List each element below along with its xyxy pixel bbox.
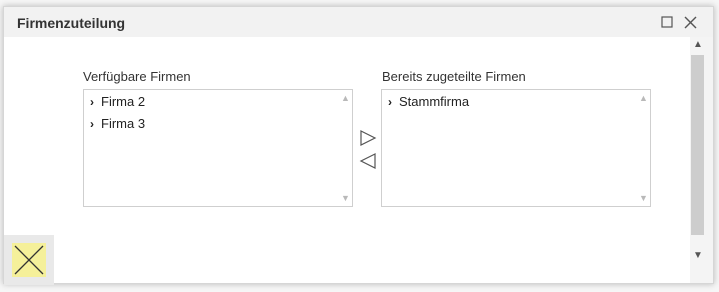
chevron-right-icon: › — [90, 117, 94, 131]
dialog-scrollbar[interactable]: ▲ ▼ — [690, 37, 713, 283]
scrollbar-thumb[interactable] — [691, 55, 704, 235]
firmenzuteilung-dialog: Firmenzuteilung Verfügbare Firmen › Firma… — [3, 6, 714, 285]
dialog-content: Verfügbare Firmen › Firma 2 › Firma 3 ▲ ▼ — [4, 37, 690, 283]
available-label: Verfügbare Firmen — [83, 69, 191, 84]
cancel-tile — [4, 235, 54, 285]
list-item[interactable]: › Firma 3 — [90, 114, 334, 136]
dialog-title: Firmenzuteilung — [17, 15, 126, 31]
scroll-up-icon[interactable]: ▲ — [639, 94, 648, 103]
scroll-down-icon[interactable]: ▼ — [639, 194, 648, 203]
chevron-right-icon: › — [90, 95, 94, 109]
scroll-up-icon[interactable]: ▲ — [341, 94, 350, 103]
assigned-label: Bereits zugeteilte Firmen — [382, 69, 526, 84]
remove-company-button[interactable] — [359, 152, 377, 170]
triangle-left-icon — [359, 153, 376, 169]
available-scrollbar[interactable]: ▲ ▼ — [338, 90, 352, 206]
assigned-listbox[interactable]: › Stammfirma ▲ ▼ — [381, 89, 651, 207]
maximize-icon[interactable] — [659, 14, 675, 30]
close-icon[interactable] — [682, 14, 698, 30]
available-listbox[interactable]: › Firma 2 › Firma 3 ▲ ▼ — [83, 89, 353, 207]
chevron-right-icon: › — [388, 95, 392, 109]
scroll-up-icon[interactable]: ▲ — [692, 40, 704, 50]
list-item[interactable]: › Firma 2 — [90, 92, 334, 114]
add-company-button[interactable] — [359, 129, 377, 147]
scroll-down-icon[interactable]: ▼ — [692, 251, 704, 261]
list-item-label: Stammfirma — [399, 94, 470, 109]
scroll-down-icon[interactable]: ▼ — [341, 194, 350, 203]
cancel-button[interactable] — [12, 243, 46, 277]
triangle-right-icon — [360, 130, 377, 146]
list-item[interactable]: › Stammfirma — [388, 92, 632, 114]
x-icon — [14, 245, 44, 275]
list-item-label: Firma 2 — [101, 94, 146, 109]
list-item-label: Firma 3 — [101, 116, 146, 131]
assigned-scrollbar[interactable]: ▲ ▼ — [636, 90, 650, 206]
dialog-titlebar: Firmenzuteilung — [4, 7, 713, 37]
